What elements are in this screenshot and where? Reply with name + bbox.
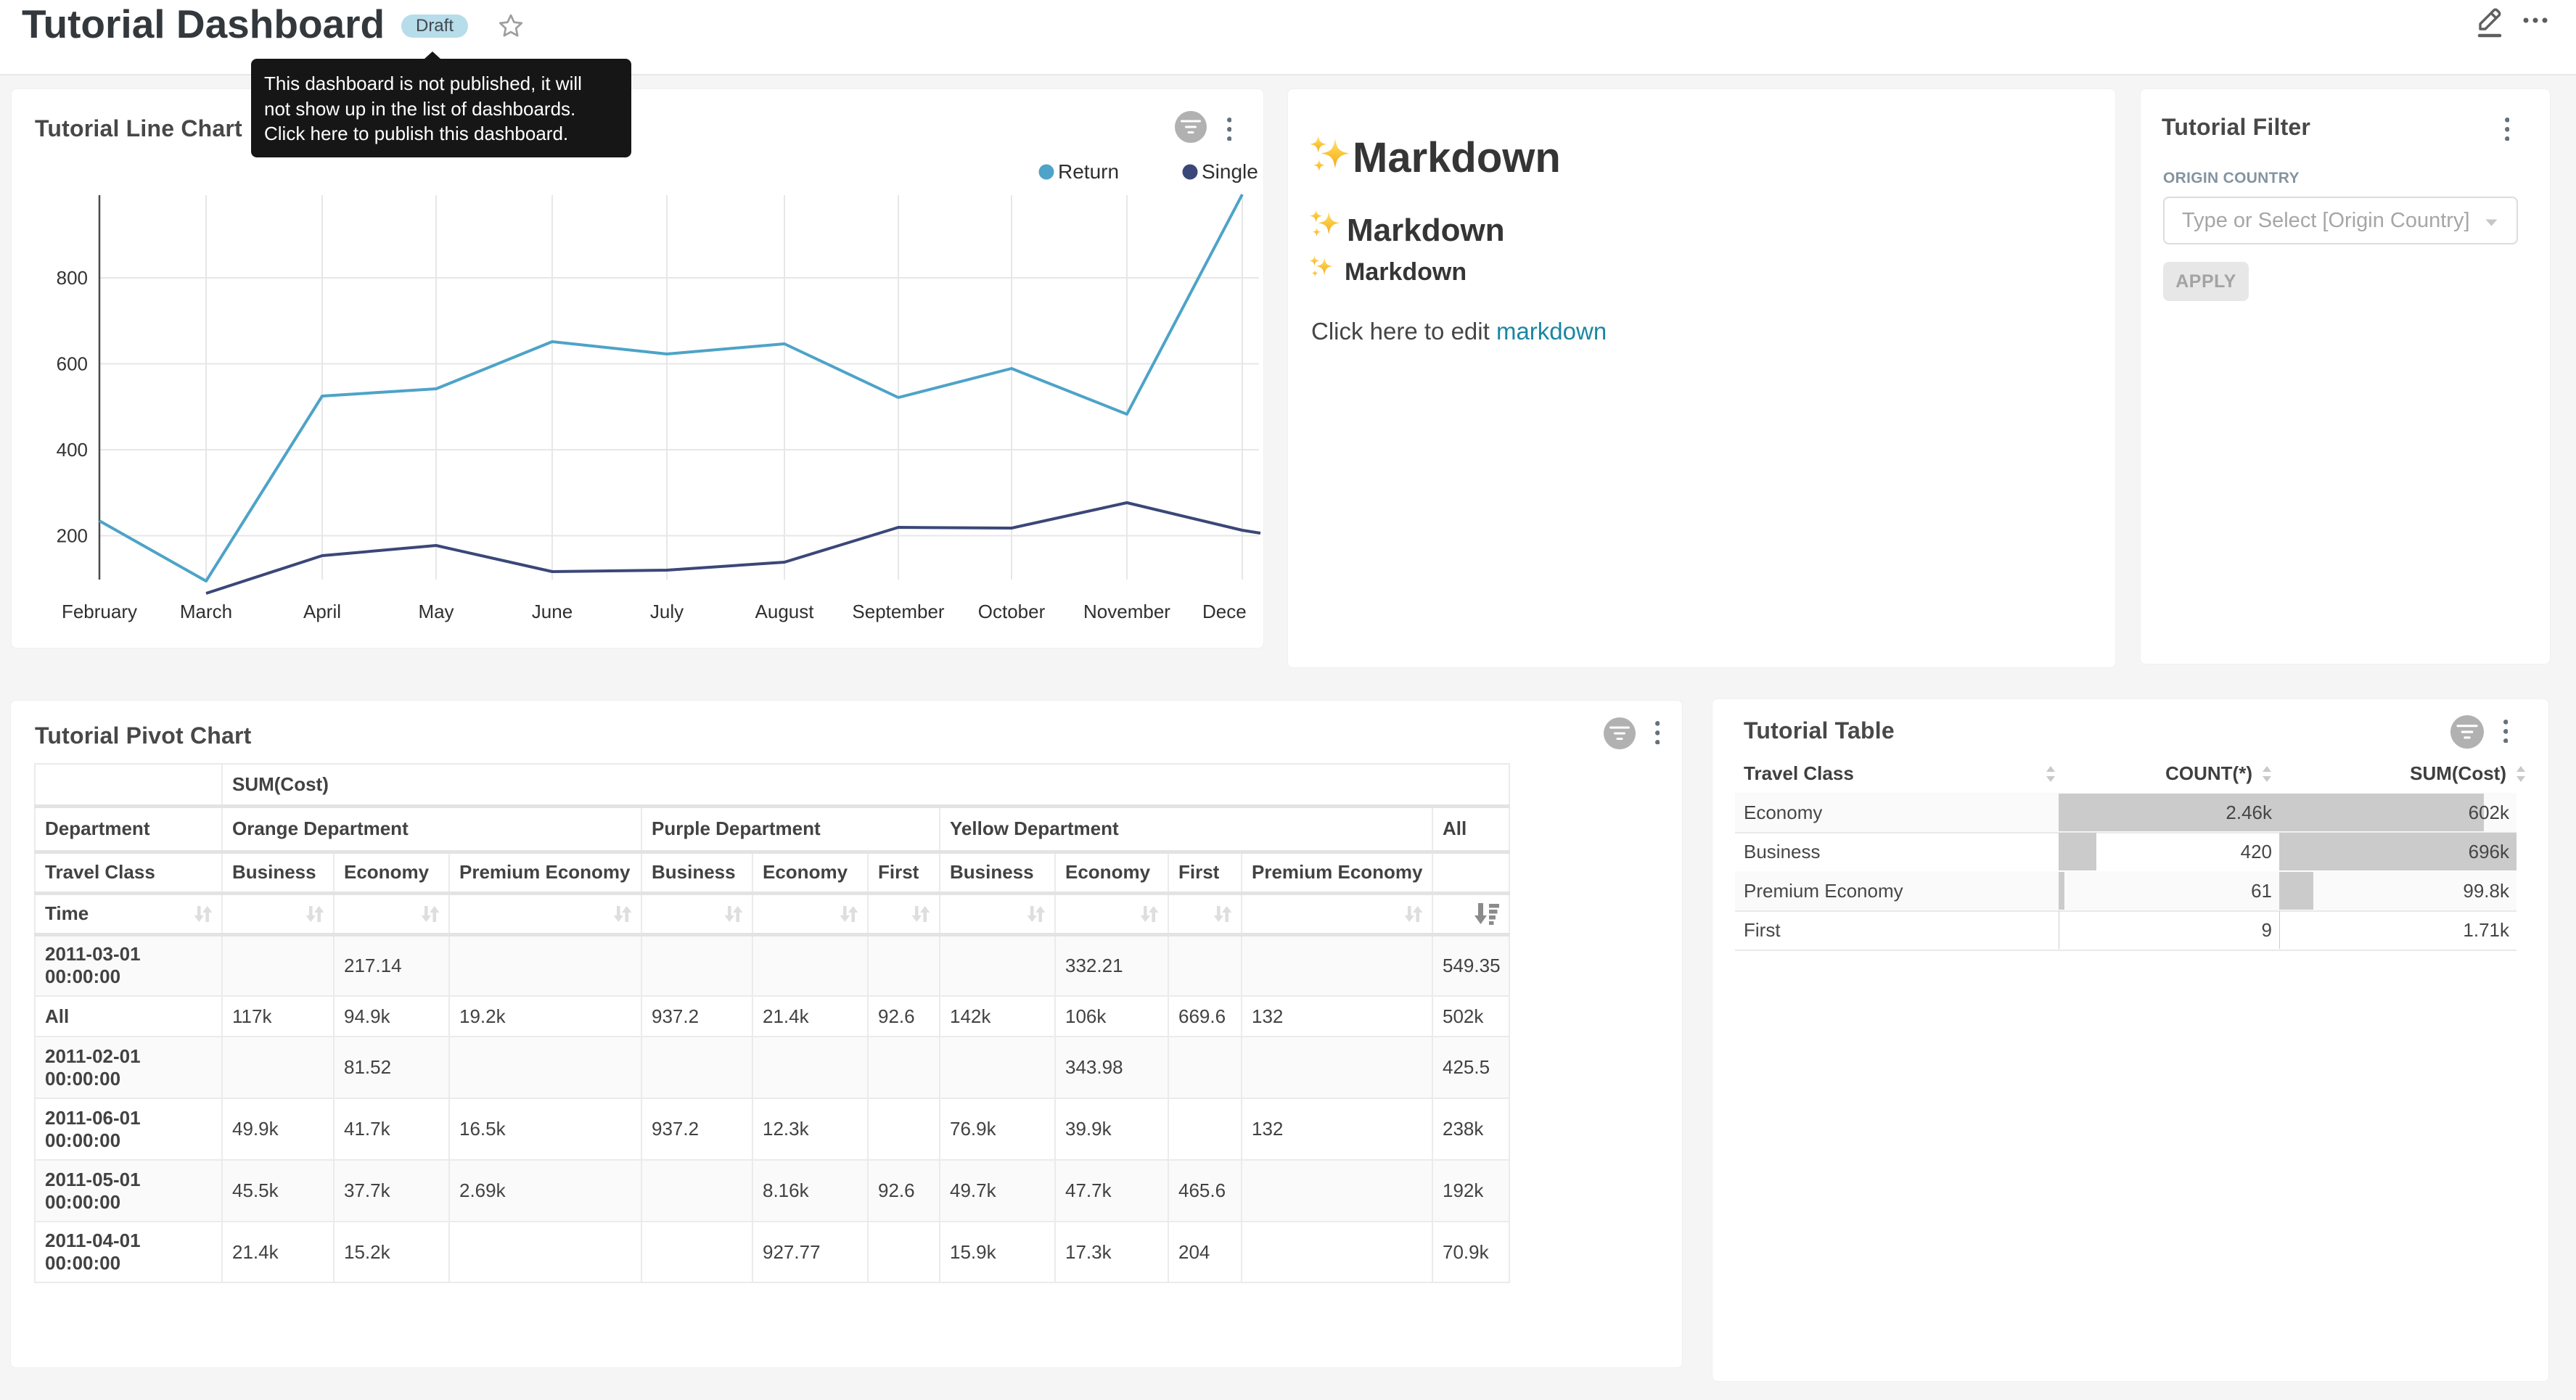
svg-text:June: June (532, 601, 573, 622)
svg-text:Single: Single (1202, 160, 1258, 183)
svg-text:March: March (180, 601, 232, 622)
svg-text:February: February (62, 601, 137, 622)
svg-text:Dece: Dece (1202, 601, 1247, 622)
svg-text:Return: Return (1058, 160, 1119, 183)
svg-text:200: 200 (57, 525, 88, 547)
svg-text:August: August (755, 601, 815, 622)
svg-text:May: May (418, 601, 454, 622)
svg-text:600: 600 (57, 353, 88, 375)
svg-text:800: 800 (57, 267, 88, 289)
svg-text:400: 400 (57, 439, 88, 461)
svg-text:October: October (978, 601, 1046, 622)
svg-text:September: September (852, 601, 945, 622)
svg-text:April: April (303, 601, 341, 622)
svg-text:November: November (1083, 601, 1170, 622)
svg-text:July: July (650, 601, 684, 622)
